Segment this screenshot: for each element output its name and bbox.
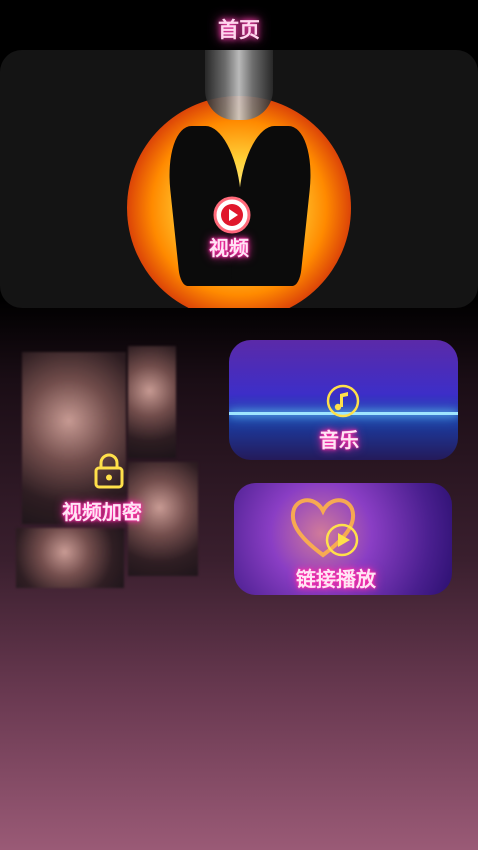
blurred-photo — [16, 528, 124, 588]
video-label: 视频 — [209, 236, 249, 260]
video-card[interactable]: 视频 — [0, 50, 478, 308]
page-title: 首页 — [218, 18, 260, 42]
blurred-photo — [128, 346, 176, 458]
link-play-card[interactable]: 链接播放 — [234, 483, 452, 595]
music-card[interactable]: 音乐 — [229, 340, 458, 460]
video-encrypt-tile[interactable]: 视频加密 — [16, 346, 202, 592]
play-circle-icon — [212, 195, 252, 235]
play-circle-icon — [325, 523, 359, 557]
lock-icon — [92, 452, 126, 490]
video-encrypt-label: 视频加密 — [62, 500, 142, 524]
link-play-label: 链接播放 — [296, 567, 376, 591]
hero-bulb-socket — [205, 50, 273, 120]
music-label: 音乐 — [319, 428, 359, 452]
music-note-icon — [326, 384, 360, 418]
